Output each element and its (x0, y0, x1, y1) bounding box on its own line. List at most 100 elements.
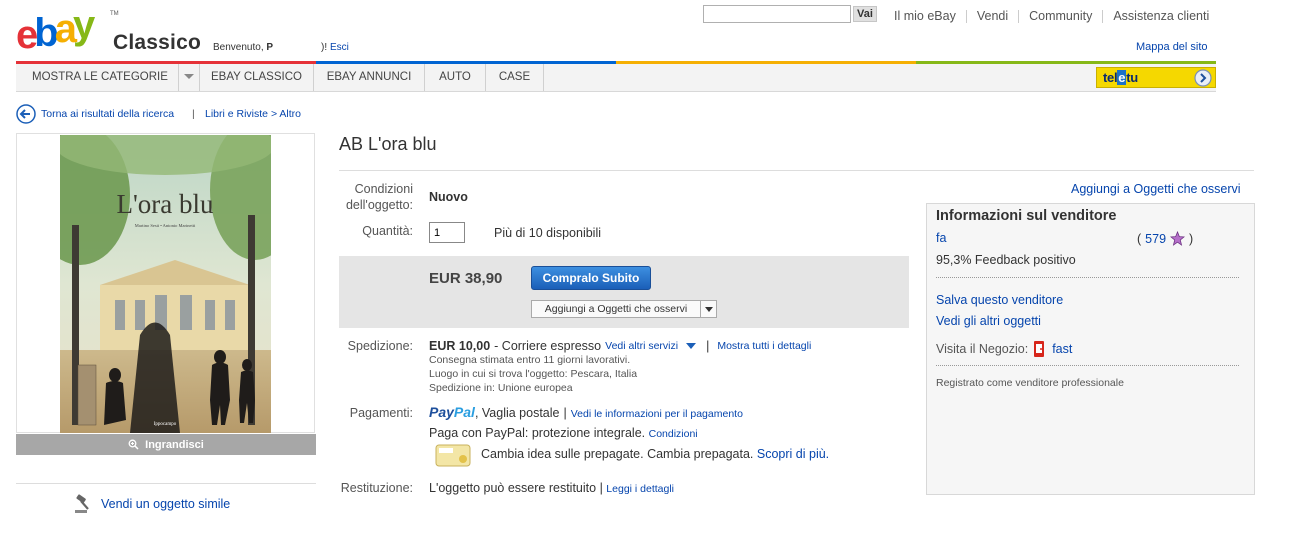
seller-info-title: Informazioni sul venditore (936, 208, 1117, 224)
shipping-cost: EUR 10,00 (429, 339, 491, 353)
community-link[interactable]: Community (1018, 10, 1102, 23)
store-door-icon (1034, 341, 1045, 357)
buy-now-button[interactable]: Compralo Subito (531, 266, 651, 290)
other-items-link[interactable]: Vedi gli altri oggetti (936, 314, 1041, 328)
nav-case[interactable]: CASE (486, 64, 544, 91)
sell-link[interactable]: Vendi (965, 10, 1018, 23)
save-seller-link[interactable]: Salva questo venditore (936, 293, 1063, 307)
show-categories-label: MOSTRA LE CATEGORIE (32, 71, 168, 83)
teletu-logo: teletu (1103, 70, 1138, 85)
watch-dropdown[interactable] (700, 301, 716, 317)
svg-text:Martino Sesti • Antonio Marine: Martino Sesti • Antonio Marinetti (135, 223, 196, 228)
svg-text:TM: TM (110, 11, 119, 17)
seller-name-link[interactable]: fa (936, 231, 946, 245)
nav-auto[interactable]: AUTO (425, 64, 486, 91)
shipping-label: Spedizione: (347, 339, 413, 353)
book-cover-image[interactable]: L'ora blu Martino Sesti • Antonio Marine… (60, 135, 271, 433)
feedback-score-link[interactable]: 579 (1145, 232, 1166, 246)
prepaid-promo: Cambia idea sulle prepagate. Cambia prep… (481, 447, 829, 461)
logout-link[interactable]: Esci (330, 42, 349, 53)
protection-text: Paga con PayPal: protezione integrale. (429, 426, 646, 440)
sell-similar-label: Vendi un oggetto simile (101, 497, 231, 511)
shipping-row: EUR 10,00 - Corriere espresso Vedi altri… (429, 339, 811, 353)
paypal-logo: PayPal (429, 404, 475, 420)
brand-classico: Classico (113, 31, 201, 54)
svg-text:L'ora blu: L'ora blu (116, 189, 214, 219)
item-price: EUR 38,90 (429, 270, 503, 287)
chevron-down-icon (184, 74, 194, 80)
payments-separator: | (563, 406, 567, 420)
seller-divider-2 (936, 365, 1239, 366)
back-arrow-icon[interactable] (16, 104, 36, 124)
quantity-input[interactable] (429, 222, 465, 243)
breadcrumb-category[interactable]: Libri e Riviste > Altro (205, 108, 301, 120)
registration-note: Registrato come venditore professionale (936, 377, 1124, 389)
add-to-watchlist-button[interactable]: Aggiungi a Oggetti che osservi (531, 300, 717, 318)
show-all-details-link[interactable]: Mostra tutti i dettagli (717, 340, 811, 352)
show-categories-menu[interactable]: MOSTRA LE CATEGORIE (16, 64, 178, 91)
prepaid-text: Cambia idea sulle prepagate. Cambia prep… (481, 447, 754, 461)
payment-info-link[interactable]: Vedi le informazioni per il pagamento (571, 408, 743, 420)
watch-button-label: Aggiungi a Oggetti che osservi (544, 303, 688, 315)
item-title: AB L'ora blu (339, 134, 437, 154)
search-button[interactable]: Vai (853, 6, 877, 22)
paypal-protection: Paga con PayPal: protezione integrale. C… (429, 426, 698, 440)
zoom-label: Ingrandisci (145, 438, 204, 451)
availability-text: Più di 10 disponibili (494, 226, 602, 240)
arrow-right-icon (1194, 68, 1212, 87)
returns-text: L'oggetto può essere restituito (429, 481, 597, 495)
magnifier-icon (128, 439, 139, 450)
sell-similar-link[interactable]: Vendi un oggetto simile (73, 494, 230, 514)
welcome-prefix: Benvenuto, (213, 42, 267, 53)
top-links: Il mio eBay Vendi Community Assistenza c… (884, 10, 1219, 23)
delivery-estimate: Consegna stimata entro 11 giorni lavorat… (429, 354, 631, 366)
returns-label: Restituzione: (340, 481, 413, 495)
shipping-separator: | (706, 339, 710, 353)
seller-divider (936, 277, 1239, 278)
conditions-link[interactable]: Condizioni (649, 428, 698, 440)
site-map-link[interactable]: Mappa del sito (1136, 41, 1208, 53)
nav-ebay-classico[interactable]: EBAY CLASSICO (200, 64, 314, 91)
store-row: Visita il Negozio: fast (936, 340, 1072, 358)
back-to-results-link[interactable]: Torna ai risultati della ricerca (41, 108, 174, 120)
welcome-message: Benvenuto, P)! Esci (213, 42, 349, 53)
learn-more-link[interactable]: Scopri di più. (757, 447, 829, 461)
shipping-method: - Corriere espresso (494, 339, 602, 353)
more-services-link[interactable]: Vedi altri servizi (605, 340, 678, 352)
categories-dropdown[interactable] (178, 64, 200, 91)
welcome-user: P (266, 42, 274, 53)
returns-row: L'oggetto può essere restituito | Leggi … (429, 481, 674, 495)
condition-label: Condizioni dell'oggetto: (345, 182, 413, 212)
add-to-watchlist-link[interactable]: Aggiungi a Oggetti che osservi (1071, 182, 1241, 196)
ebay-logo[interactable]: ebay TM (16, 6, 120, 54)
search-input[interactable] (703, 5, 851, 23)
feedback-score: ( 579 ) (1137, 231, 1194, 246)
store-label: Visita il Negozio: (936, 342, 1029, 356)
svg-text:Ippocampo: Ippocampo (154, 422, 177, 427)
category-nav: MOSTRA LE CATEGORIE EBAY CLASSICO EBAY A… (16, 64, 1216, 92)
store-name-link[interactable]: fast (1052, 342, 1072, 356)
payments-label: Pagamenti: (349, 406, 413, 420)
svg-text:ebay: ebay (16, 6, 96, 54)
payment-methods: , Vaglia postale (474, 406, 560, 420)
teletu-ad[interactable]: teletu (1096, 67, 1216, 88)
help-link[interactable]: Assistenza clienti (1102, 10, 1219, 23)
title-divider (339, 170, 1254, 171)
condition-value: Nuovo (429, 190, 468, 204)
quantity-label: Quantità: (362, 224, 413, 238)
breadcrumb-separator: | (192, 108, 195, 120)
ships-to: Spedizione in: Unione europea (429, 382, 573, 394)
item-location: Luogo in cui si trova l'oggetto: Pescara… (429, 368, 638, 380)
left-divider (16, 483, 316, 484)
return-details-link[interactable]: Leggi i dettagli (606, 483, 674, 495)
chevron-down-icon[interactable] (686, 343, 697, 349)
nav-ebay-annunci[interactable]: EBAY ANNUNCI (314, 64, 425, 91)
paypal-card-icon (435, 444, 471, 467)
returns-separator: | (599, 481, 603, 495)
my-ebay-link[interactable]: Il mio eBay (884, 10, 966, 23)
purple-star-icon (1170, 231, 1186, 246)
gavel-icon (75, 494, 89, 513)
zoom-bar[interactable]: Ingrandisci (16, 434, 316, 455)
feedback-percent: 95,3% Feedback positivo (936, 253, 1076, 267)
payments-row: PayPal , Vaglia postale | Vedi le inform… (429, 404, 743, 420)
